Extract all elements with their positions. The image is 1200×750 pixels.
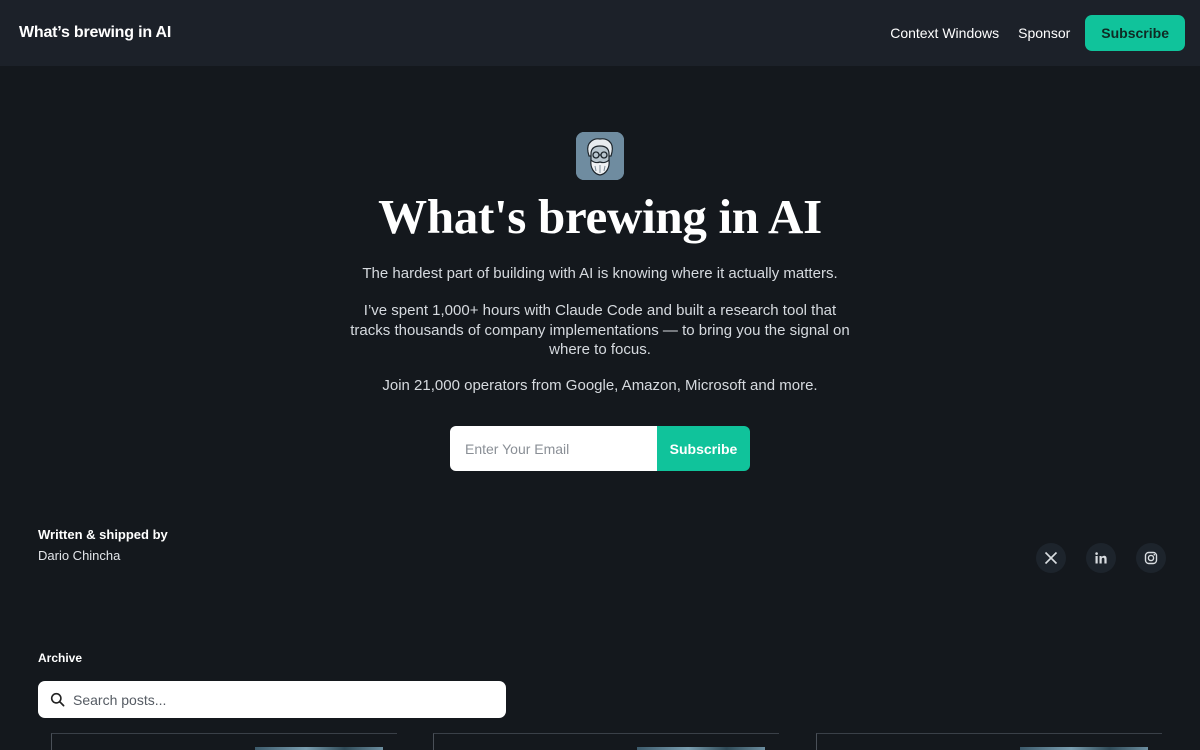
hero-description: I’ve spent 1,000+ hours with Claude Code…: [350, 302, 850, 358]
author-name: Dario Chincha: [38, 548, 121, 563]
hero-social-proof: Join 21,000 operators from Google, Amazo…: [382, 377, 818, 394]
post-card[interactable]: [51, 733, 397, 750]
post-card[interactable]: [816, 733, 1162, 750]
hero-title: What's brewing in AI: [378, 189, 822, 244]
signup-form: Subscribe: [450, 426, 750, 471]
top-nav: Context Windows Sponsor Subscribe: [871, 15, 1185, 51]
search-input[interactable]: [73, 691, 493, 708]
bearded-avatar-icon: [576, 132, 624, 180]
site-header: What’s brewing in AI Context Windows Spo…: [0, 0, 1200, 66]
search-icon: [50, 692, 65, 707]
email-input[interactable]: [450, 426, 657, 471]
nav-link-sponsor[interactable]: Sponsor: [1018, 25, 1070, 41]
post-card[interactable]: [433, 733, 779, 750]
header-subscribe-button[interactable]: Subscribe: [1085, 15, 1185, 51]
page: What’s brewing in AI Context Windows Spo…: [0, 0, 1200, 750]
archive-search: [38, 681, 506, 718]
author-heading: Written & shipped by: [38, 527, 168, 542]
social-links: [1016, 543, 1166, 573]
instagram-icon[interactable]: [1136, 543, 1166, 573]
hero-subscribe-button[interactable]: Subscribe: [657, 426, 750, 471]
site-brand[interactable]: What’s brewing in AI: [19, 24, 171, 42]
x-icon[interactable]: [1036, 543, 1066, 573]
archive-posts: [38, 733, 1162, 750]
archive-heading: Archive: [38, 651, 83, 665]
hero-tagline: The hardest part of building with AI is …: [362, 265, 838, 282]
linkedin-icon[interactable]: [1086, 543, 1116, 573]
nav-link-context-windows[interactable]: Context Windows: [890, 25, 999, 41]
